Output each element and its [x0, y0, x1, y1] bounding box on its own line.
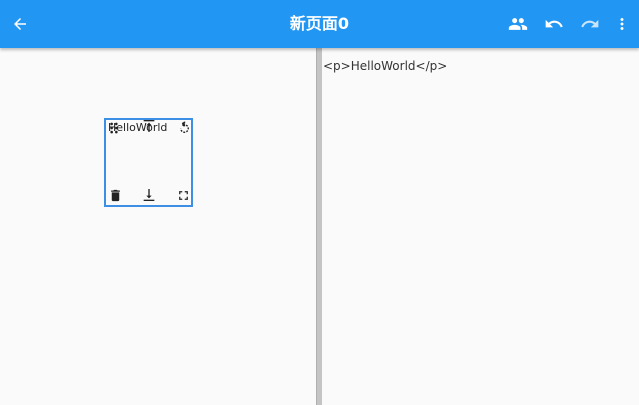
- fullscreen-icon: [178, 190, 188, 200]
- redo-icon: [581, 19, 599, 28]
- delete-icon: [110, 189, 120, 201]
- fullscreen-button[interactable]: [175, 187, 191, 203]
- delete-button[interactable]: [107, 187, 123, 203]
- more-button[interactable]: [610, 0, 634, 48]
- align-bottom-icon: [143, 189, 155, 201]
- source-pane[interactable]: <p>HelloWorld</p>: [322, 48, 639, 405]
- drag-handle[interactable]: [106, 120, 122, 136]
- source-code: <p>HelloWorld</p>: [323, 59, 448, 73]
- undo-icon: [545, 19, 563, 28]
- design-canvas[interactable]: HelloWorld: [0, 48, 316, 405]
- align-top-button[interactable]: [141, 118, 157, 134]
- more-vert-icon: [620, 18, 624, 30]
- people-icon: [508, 18, 528, 30]
- people-button[interactable]: [502, 0, 534, 48]
- rotate-icon: [179, 120, 189, 133]
- undo-button[interactable]: [538, 0, 570, 48]
- align-bottom-button[interactable]: [141, 187, 157, 203]
- drag-icon: [110, 122, 118, 134]
- align-top-icon: [143, 120, 155, 132]
- editor-area: HelloWorld <p>HelloWorld</p>: [0, 48, 639, 405]
- selected-widget[interactable]: HelloWorld: [104, 118, 193, 207]
- redo-button[interactable]: [574, 0, 606, 48]
- app-bar: 新页面0: [0, 0, 639, 48]
- rotate-button[interactable]: [176, 120, 192, 136]
